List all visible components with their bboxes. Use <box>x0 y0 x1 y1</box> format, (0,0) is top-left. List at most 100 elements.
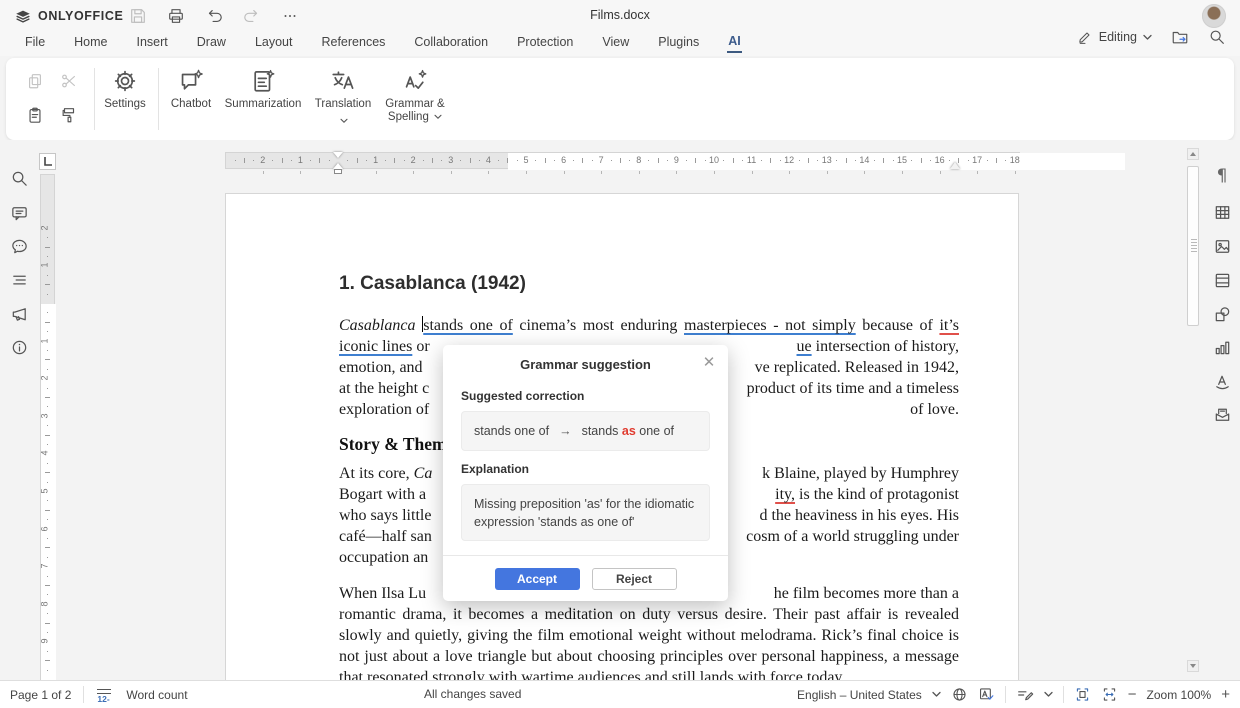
grammar-suggestion-dialog: Grammar suggestion ✕ Suggested correctio… <box>443 345 728 601</box>
chevron-down-icon <box>340 111 348 129</box>
doc-line[interactable]: not just about a love triangle but about… <box>339 646 959 667</box>
status-bar: Page 1 of 2 12- Word count All changes s… <box>0 680 1240 708</box>
grammar-spelling-label: Grammar & Spelling <box>385 98 444 124</box>
chevron-down-icon <box>1143 34 1152 41</box>
chevron-down-icon[interactable] <box>1044 691 1053 698</box>
shape-icon[interactable] <box>1212 304 1232 324</box>
chatbot-label: Chatbot <box>171 98 211 111</box>
language-selector[interactable]: English – United States <box>797 688 922 702</box>
title-bar: ONLYOFFICE Films.docx FileHomeInsertDraw… <box>0 0 1240 56</box>
page-indicator[interactable]: Page 1 of 2 <box>10 688 71 702</box>
mail-merge-icon[interactable] <box>1212 404 1232 424</box>
scroll-down-arrow[interactable] <box>1187 660 1199 672</box>
tab-insert[interactable]: Insert <box>136 32 169 52</box>
right-rail: ¶ <box>1204 140 1240 680</box>
search-icon[interactable] <box>1208 28 1226 46</box>
format-painter-icon[interactable] <box>56 102 82 128</box>
summarization-label: Summarization <box>225 98 302 111</box>
pencil-icon <box>1077 29 1093 45</box>
doc-heading-1[interactable]: 1. Casablanca (1942) <box>339 273 526 295</box>
reject-button[interactable]: Reject <box>592 568 677 590</box>
accept-button[interactable]: Accept <box>495 568 580 590</box>
grammar-spelling-button[interactable]: Grammar & Spelling <box>376 68 454 132</box>
hanging-indent-marker[interactable] <box>333 158 343 169</box>
tab-plugins[interactable]: Plugins <box>657 32 700 52</box>
explanation-label: Explanation <box>461 462 529 476</box>
copy-icon[interactable] <box>22 68 48 94</box>
feedback-icon[interactable] <box>9 304 29 324</box>
doc-line[interactable]: romantic drama, it becomes a meditation … <box>339 604 959 625</box>
chatbot-button[interactable]: Chatbot <box>154 68 228 132</box>
gear-icon <box>112 68 138 94</box>
tab-collaboration[interactable]: Collaboration <box>413 32 489 52</box>
fit-width-icon[interactable] <box>1101 686 1118 703</box>
word-count-button[interactable]: Word count <box>126 688 187 702</box>
paste-icon[interactable] <box>22 102 48 128</box>
chat-icon[interactable] <box>9 236 29 256</box>
settings-label: Settings <box>104 98 146 111</box>
ai-toolbar: Settings Chatbot Summarization Translati… <box>6 58 1234 140</box>
word-count-icon: 12- <box>96 687 114 703</box>
tab-ai[interactable]: AI <box>727 31 742 53</box>
dialog-title: Grammar suggestion <box>443 357 728 372</box>
spellcheck-icon[interactable] <box>978 686 995 703</box>
image-icon[interactable] <box>1212 236 1232 256</box>
explanation-box: Missing preposition 'as' for the idiomat… <box>461 484 710 541</box>
scrollbar-thumb[interactable] <box>1187 166 1199 326</box>
scroll-up-arrow[interactable] <box>1187 148 1199 160</box>
zoom-in-icon[interactable]: + <box>1221 686 1230 703</box>
right-indent-marker[interactable] <box>950 157 960 169</box>
ai-settings-button[interactable]: Settings <box>88 68 162 132</box>
vertical-ruler[interactable]: 21123456789 <box>40 174 55 680</box>
text-art-icon[interactable] <box>1212 371 1232 391</box>
tab-protection[interactable]: Protection <box>516 32 574 52</box>
chevron-down-icon <box>434 111 442 124</box>
editing-mode-button[interactable]: Editing <box>1077 29 1152 45</box>
user-avatar[interactable] <box>1202 4 1226 28</box>
table-icon[interactable] <box>1212 202 1232 222</box>
horizontal-ruler[interactable]: 21123456789101112131415161718 <box>56 152 1186 169</box>
tab-view[interactable]: View <box>601 32 630 52</box>
doc-line[interactable]: Casablanca stands one of cinema’s most e… <box>339 315 959 336</box>
about-icon[interactable] <box>9 337 29 357</box>
top-right-controls: Editing <box>1077 28 1226 46</box>
zoom-out-icon[interactable]: − <box>1128 686 1137 703</box>
suggested-correction-label: Suggested correction <box>461 389 584 403</box>
tab-layout[interactable]: Layout <box>254 32 294 52</box>
cut-icon[interactable] <box>56 68 82 94</box>
tab-draw[interactable]: Draw <box>196 32 227 52</box>
open-file-location-icon[interactable] <box>1170 28 1190 46</box>
vertical-scrollbar[interactable] <box>1186 148 1200 672</box>
close-icon[interactable]: ✕ <box>700 353 718 371</box>
document-title: Films.docx <box>0 8 1240 22</box>
zoom-level[interactable]: Zoom 100% <box>1147 688 1212 702</box>
left-rail <box>0 140 38 680</box>
summarization-icon <box>250 68 276 94</box>
tab-file[interactable]: File <box>24 32 46 52</box>
search-icon[interactable] <box>9 168 29 188</box>
chevron-down-icon[interactable] <box>932 691 941 698</box>
track-changes-icon[interactable] <box>1016 686 1034 704</box>
tab-references[interactable]: References <box>320 32 386 52</box>
tab-home[interactable]: Home <box>73 32 108 52</box>
correction-to: stands as one of <box>582 424 674 438</box>
translation-label: Translation <box>315 98 371 111</box>
paragraph-settings-icon[interactable]: ¶ <box>1212 166 1232 186</box>
navigation-icon[interactable] <box>9 270 29 290</box>
fit-page-icon[interactable] <box>1074 686 1091 703</box>
comments-icon[interactable] <box>9 203 29 223</box>
left-indent-marker[interactable] <box>334 169 342 174</box>
translation-icon <box>330 68 356 94</box>
translation-button[interactable]: Translation <box>306 68 380 132</box>
tab-stop-selector[interactable] <box>39 153 56 170</box>
summarization-button[interactable]: Summarization <box>220 68 306 132</box>
doc-line[interactable]: slowly and quietly, giving the film emot… <box>339 625 959 646</box>
header-footer-icon[interactable] <box>1212 270 1232 290</box>
chart-icon[interactable] <box>1212 337 1232 357</box>
doc-line[interactable]: that resonated strongly with wartime aud… <box>339 667 959 680</box>
chatbot-icon <box>178 68 204 94</box>
globe-icon[interactable] <box>951 686 968 703</box>
arrow-icon: → <box>559 424 572 438</box>
correction-box: stands one of → stands as one of <box>461 411 710 451</box>
save-status: All changes saved <box>424 687 521 701</box>
